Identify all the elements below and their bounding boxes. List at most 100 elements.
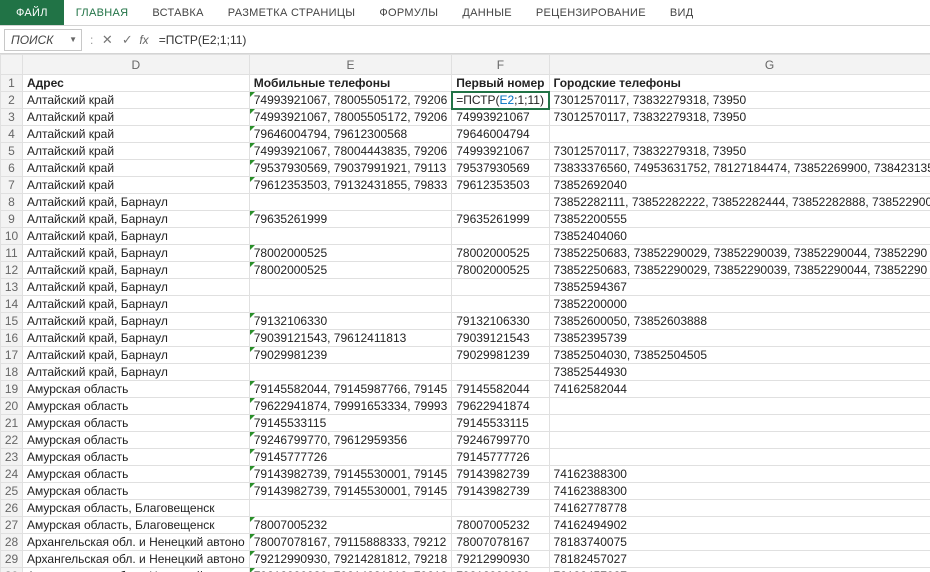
cell[interactable]: Алтайский край, Барнаул <box>23 347 250 364</box>
row-header[interactable]: 1 <box>1 75 23 92</box>
tab-home[interactable]: ГЛАВНАЯ <box>64 0 141 25</box>
cell[interactable]: 74162582044 <box>549 381 930 398</box>
cell[interactable]: 79145777726 <box>452 449 549 466</box>
row-header[interactable]: 8 <box>1 194 23 211</box>
cell[interactable]: Алтайский край <box>23 177 250 194</box>
cell[interactable]: Алтайский край <box>23 160 250 177</box>
cell[interactable]: 79646004794 <box>452 126 549 143</box>
cell[interactable]: 79132106330 <box>452 313 549 330</box>
cell[interactable]: Амурская область <box>23 415 250 432</box>
cell[interactable] <box>452 364 549 381</box>
cell[interactable]: 78182457027 <box>549 568 930 572</box>
cell[interactable]: 73833376560, 74953631752, 78127184474, 7… <box>549 160 930 177</box>
chevron-down-icon[interactable]: ▼ <box>69 35 77 44</box>
cell[interactable]: Архангельская обл. и Ненецкий автоно <box>23 534 250 551</box>
cell[interactable]: Алтайский край, Барнаул <box>23 313 250 330</box>
cell[interactable]: 73012570117, 73832279318, 73950 <box>549 109 930 126</box>
cell[interactable] <box>549 449 930 466</box>
cell[interactable]: 74162388300 <box>549 483 930 500</box>
row-header[interactable]: 10 <box>1 228 23 245</box>
cell[interactable]: 78007005232 <box>452 517 549 534</box>
cell[interactable]: 74993921067, 78004443835, 79206 <box>249 143 452 160</box>
cell[interactable]: Архангельская обл. и Ненецкий автоно <box>23 551 250 568</box>
cell[interactable]: 73852600050, 73852603888 <box>549 313 930 330</box>
cell[interactable]: Амурская область, Благовещенск <box>23 517 250 534</box>
cell[interactable]: 78007078167 <box>452 534 549 551</box>
cell[interactable]: 73852200000 <box>549 296 930 313</box>
cell[interactable]: Амурская область, Благовещенск <box>23 500 250 517</box>
tab-file[interactable]: ФАЙЛ <box>0 0 64 25</box>
fx-icon[interactable]: fx <box>139 33 148 47</box>
cell[interactable]: Алтайский край, Барнаул <box>23 279 250 296</box>
cell[interactable]: 79612353503 <box>452 177 549 194</box>
cell[interactable]: 74162494902 <box>549 517 930 534</box>
cell[interactable]: 74993921067, 78005505172, 79206 <box>249 92 452 109</box>
cell[interactable]: 73852594367 <box>549 279 930 296</box>
select-all-corner[interactable] <box>1 55 23 75</box>
cell[interactable]: 79212990930 <box>452 568 549 572</box>
row-header[interactable]: 26 <box>1 500 23 517</box>
cell[interactable]: 79029981239 <box>452 347 549 364</box>
row-header[interactable]: 22 <box>1 432 23 449</box>
cell[interactable]: Городские телефоны <box>549 75 930 92</box>
name-box[interactable]: ПОИСК ▼ <box>4 29 82 51</box>
cell[interactable] <box>249 296 452 313</box>
accept-formula-button[interactable]: ✓ <box>117 32 137 48</box>
row-header[interactable]: 15 <box>1 313 23 330</box>
col-header-F[interactable]: F <box>452 55 549 75</box>
cell[interactable]: 79143982739 <box>452 483 549 500</box>
cell[interactable]: 79646004794, 79612300568 <box>249 126 452 143</box>
cell[interactable] <box>549 432 930 449</box>
cell[interactable]: 73852250683, 73852290029, 73852290039, 7… <box>549 262 930 279</box>
cell[interactable]: 78007078167, 79115888333, 79212 <box>249 534 452 551</box>
cell[interactable]: Алтайский край, Барнаул <box>23 228 250 245</box>
tab-view[interactable]: ВИД <box>658 0 706 25</box>
cell[interactable] <box>452 500 549 517</box>
cell[interactable]: Алтайский край <box>23 92 250 109</box>
tab-insert[interactable]: ВСТАВКА <box>140 0 215 25</box>
row-header[interactable]: 11 <box>1 245 23 262</box>
cancel-formula-button[interactable]: ✕ <box>97 32 117 48</box>
col-header-G[interactable]: G <box>549 55 930 75</box>
cell[interactable]: 73852282111, 73852282222, 73852282444, 7… <box>549 194 930 211</box>
formula-input[interactable] <box>153 29 930 51</box>
cell[interactable]: Алтайский край, Барнаул <box>23 296 250 313</box>
cell[interactable]: 78183740075 <box>549 534 930 551</box>
cell[interactable]: 79212990930 <box>452 551 549 568</box>
cell[interactable]: 73852692040 <box>549 177 930 194</box>
row-header[interactable]: 6 <box>1 160 23 177</box>
row-header[interactable]: 28 <box>1 534 23 551</box>
cell[interactable] <box>452 194 549 211</box>
tab-data[interactable]: ДАННЫЕ <box>450 0 524 25</box>
cell[interactable]: 79143982739 <box>452 466 549 483</box>
cell[interactable]: 79635261999 <box>249 211 452 228</box>
cell[interactable] <box>452 296 549 313</box>
cell[interactable] <box>452 228 549 245</box>
cell[interactable]: 74993921067, 78005505172, 79206 <box>249 109 452 126</box>
tab-page-layout[interactable]: РАЗМЕТКА СТРАНИЦЫ <box>216 0 368 25</box>
cell[interactable]: 79246799770, 79612959356 <box>249 432 452 449</box>
cell[interactable]: Алтайский край <box>23 109 250 126</box>
cell[interactable]: Адрес <box>23 75 250 92</box>
cell[interactable]: 79537930569 <box>452 160 549 177</box>
cell[interactable]: 73852250683, 73852290029, 73852290039, 7… <box>549 245 930 262</box>
cell[interactable]: 79039121543 <box>452 330 549 347</box>
cell[interactable]: Алтайский край, Барнаул <box>23 262 250 279</box>
col-header-D[interactable]: D <box>23 55 250 75</box>
row-header[interactable]: 30 <box>1 568 23 572</box>
tab-formulas[interactable]: ФОРМУЛЫ <box>367 0 450 25</box>
cell[interactable]: 79039121543, 79612411813 <box>249 330 452 347</box>
cell[interactable]: 79143982739, 79145530001, 79145 <box>249 483 452 500</box>
row-header[interactable]: 3 <box>1 109 23 126</box>
cell[interactable]: 73852200555 <box>549 211 930 228</box>
cell[interactable]: 78007005232 <box>249 517 452 534</box>
cell[interactable]: 79145533115 <box>452 415 549 432</box>
cell[interactable]: Мобильные телефоны <box>249 75 452 92</box>
row-header[interactable]: 19 <box>1 381 23 398</box>
worksheet[interactable]: D E F G H I 1АдресМобильные телефоныПерв… <box>0 54 930 572</box>
cell[interactable]: Алтайский край <box>23 126 250 143</box>
cell[interactable]: 74993921067 <box>452 143 549 160</box>
cell[interactable]: 79537930569, 79037991921, 79113 <box>249 160 452 177</box>
cell[interactable]: Алтайский край, Барнаул <box>23 364 250 381</box>
cell[interactable]: 79212990930, 79214281812, 79218 <box>249 568 452 572</box>
